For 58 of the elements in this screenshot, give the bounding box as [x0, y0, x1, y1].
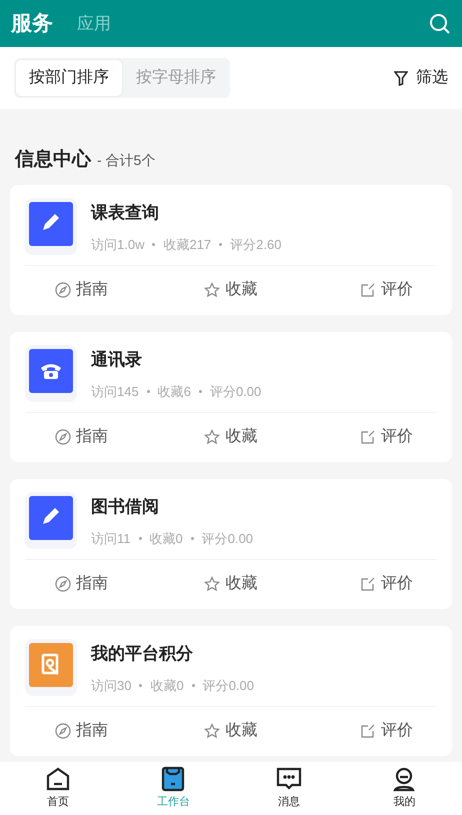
service-title: 通讯录	[91, 348, 143, 370]
search-icon[interactable]	[429, 12, 451, 34]
service-title: 课表查询	[91, 202, 160, 224]
star-icon	[204, 576, 220, 592]
header-tab[interactable]: 服务	[11, 8, 53, 40]
desk-icon	[160, 766, 186, 792]
card-action-button[interactable]: 评价	[360, 278, 437, 302]
edit-icon	[360, 429, 376, 445]
service-stat: 评分0.00	[210, 383, 262, 401]
edit-icon	[360, 282, 376, 298]
edit-icon	[360, 576, 376, 592]
card-action-button[interactable]: 收藏	[204, 425, 258, 449]
service-stat: 评分0.00	[202, 677, 254, 695]
compass-icon	[55, 282, 71, 298]
section-title: 信息中心	[15, 148, 91, 172]
card-action-button[interactable]: 评价	[360, 572, 437, 596]
nav-tab[interactable]: 我的	[346, 762, 462, 815]
service-stat: 收藏217	[163, 236, 212, 254]
service-stat: 访问1.0w	[91, 236, 144, 254]
edit-icon	[360, 723, 376, 739]
card-action-button[interactable]: 收藏	[204, 572, 258, 596]
nav-tab[interactable]: 消息	[231, 762, 346, 815]
service-stat: 访问145	[91, 383, 139, 401]
service-title: 我的平台积分	[91, 642, 194, 664]
card-action-button[interactable]: 指南	[25, 572, 108, 596]
service-stat: 收藏6	[158, 383, 191, 401]
card-action-button[interactable]: 收藏	[204, 719, 258, 743]
service-card[interactable]: 我的平台积分 访问30 收藏0 评分0.00 指南 收藏 评价	[10, 626, 452, 756]
service-stat: 访问11	[91, 530, 130, 548]
service-stat: 评分2.60	[230, 236, 282, 254]
star-icon	[204, 282, 220, 298]
compass-icon	[55, 723, 71, 739]
section-count: - 合计5个	[97, 151, 156, 170]
service-stat: 评分0.00	[202, 530, 254, 548]
card-action-button[interactable]: 评价	[360, 425, 437, 449]
service-card[interactable]: 通讯录 访问145 收藏6 评分0.00 指南 收藏 评价	[10, 332, 452, 462]
card-action-button[interactable]: 指南	[25, 425, 108, 449]
compass-icon	[55, 429, 71, 445]
compass-icon	[55, 576, 71, 592]
filter-icon	[394, 70, 408, 86]
user-icon	[391, 766, 418, 792]
card-action-button[interactable]: 指南	[25, 278, 108, 302]
nav-tab[interactable]: 首页	[0, 762, 116, 815]
service-stat: 收藏0	[150, 677, 184, 695]
star-icon	[204, 429, 220, 445]
filter-button[interactable]: 筛选	[394, 66, 448, 90]
service-card[interactable]: 课表查询 访问1.0w 收藏217 评分2.60 指南 收藏 评价	[10, 184, 452, 314]
chat-icon	[276, 766, 302, 792]
home-icon	[44, 766, 71, 792]
card-action-button[interactable]: 评价	[360, 719, 437, 743]
sort-tab[interactable]: 按部门排序	[15, 59, 123, 97]
card-action-button[interactable]: 收藏	[204, 278, 258, 302]
star-icon	[204, 723, 220, 739]
card-action-button[interactable]: 指南	[25, 719, 108, 743]
service-stat: 访问30	[91, 677, 132, 695]
service-card[interactable]: 图书借阅 访问11 收藏0 评分0.00 指南 收藏 评价	[10, 478, 452, 608]
service-title: 图书借阅	[91, 496, 160, 518]
service-stat: 收藏0	[150, 530, 183, 548]
